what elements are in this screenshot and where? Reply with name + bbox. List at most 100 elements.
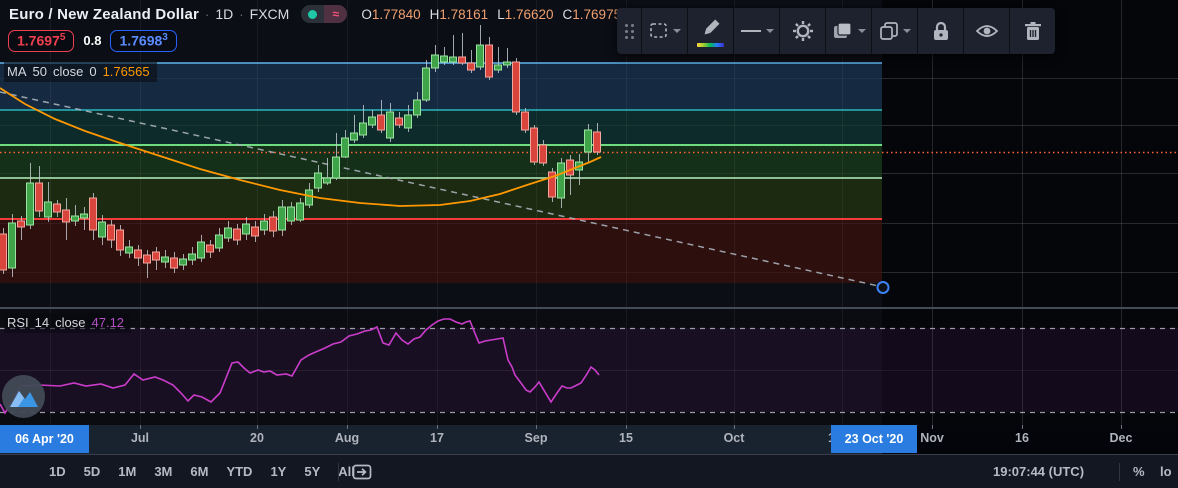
lock-button[interactable] xyxy=(917,8,963,54)
separator-dot: · xyxy=(205,6,210,22)
time-axis-label: 15 xyxy=(619,431,633,445)
ma-name: MA xyxy=(7,64,27,79)
range-button-1m[interactable]: 1M xyxy=(109,464,145,479)
exchange-label[interactable]: FXCM xyxy=(250,6,290,22)
range-button-6m[interactable]: 6M xyxy=(181,464,217,479)
candle-body xyxy=(107,224,115,241)
candle-body xyxy=(593,131,601,153)
candle-body xyxy=(44,201,52,218)
time-axis[interactable]: Jul20Aug17Sep15Oct19Nov16Dec 06 Apr '20 … xyxy=(0,425,1178,454)
candle-body xyxy=(368,116,376,126)
drawing-start-date-badge: 06 Apr '20 xyxy=(0,425,89,453)
bottom-toolbar: 1D 5D 1M 3M 6M YTD 1Y 5Y All 19:07:44 (UTC) % lo xyxy=(0,454,1178,488)
candle-body xyxy=(179,258,187,266)
range-button-ytd[interactable]: YTD xyxy=(217,464,261,479)
range-button-3m[interactable]: 3M xyxy=(145,464,181,479)
time-axis-label: Sep xyxy=(524,431,548,445)
line-icon xyxy=(740,30,761,32)
layers-icon xyxy=(833,22,852,38)
market-status-pill[interactable]: ≈ xyxy=(301,5,348,23)
sell-button[interactable]: 1.76975 xyxy=(8,30,75,52)
candle-body xyxy=(251,226,259,237)
timeframe-label[interactable]: 1D xyxy=(215,6,233,22)
rsi-length: 14 xyxy=(34,315,50,330)
axis-tick xyxy=(1022,425,1023,429)
candle-body xyxy=(305,189,313,206)
price-chart-canvas[interactable] xyxy=(0,0,1178,425)
candle-body xyxy=(170,257,178,269)
candle-body xyxy=(287,206,295,222)
settings-button[interactable] xyxy=(779,8,825,54)
rsi-value: 47.12 xyxy=(91,315,125,330)
visibility-button[interactable] xyxy=(963,8,1009,54)
layers-order-button[interactable] xyxy=(825,8,871,54)
candle-body xyxy=(422,67,430,101)
chevron-down-icon xyxy=(672,29,681,33)
candle-body xyxy=(269,216,277,232)
candle-body xyxy=(494,64,502,71)
symbol-title[interactable]: Euro / New Zealand Dollar xyxy=(9,6,199,23)
rsi-indicator-legend[interactable]: RSI 14 close 47.12 xyxy=(4,313,132,333)
candle-body xyxy=(449,56,457,63)
divider xyxy=(1119,463,1120,481)
delayed-data-icon: ≈ xyxy=(324,5,348,23)
candle-body xyxy=(296,202,304,221)
ohlc-pair: H1.78161 xyxy=(429,6,489,22)
time-axis-label: 17 xyxy=(430,431,444,445)
candle-body xyxy=(80,213,88,219)
candle-body xyxy=(395,117,403,126)
selection-style-button[interactable] xyxy=(641,8,687,54)
session-clock[interactable]: 19:07:44 (UTC) xyxy=(993,455,1084,488)
candle-body xyxy=(215,234,223,249)
clone-button[interactable] xyxy=(871,8,917,54)
candle-body xyxy=(332,156,340,179)
ma-source: close xyxy=(52,64,84,79)
ma-indicator-legend[interactable]: MA 50 close 0 1.76565 xyxy=(4,62,157,82)
buy-button[interactable]: 1.76983 xyxy=(110,30,177,52)
candle-body xyxy=(206,244,214,253)
candle-body xyxy=(512,61,520,113)
candle-body xyxy=(467,62,475,71)
candle-body xyxy=(521,111,529,131)
calendar-arrow-icon xyxy=(352,464,372,480)
dashed-rect-icon xyxy=(649,23,667,38)
candle-body xyxy=(134,249,142,259)
platform-logo[interactable] xyxy=(2,375,45,418)
range-button-1y[interactable]: 1Y xyxy=(261,464,295,479)
gear-icon xyxy=(792,21,813,41)
axis-tick xyxy=(1121,425,1122,429)
candle-body xyxy=(458,56,466,64)
candle-body xyxy=(125,246,133,254)
candle-body xyxy=(116,229,124,251)
candle-body xyxy=(71,215,79,222)
log-scale-button[interactable]: lo xyxy=(1160,455,1172,488)
candle-body xyxy=(26,182,34,226)
line-style-button[interactable] xyxy=(733,8,779,54)
candle-body xyxy=(539,144,547,164)
drag-handle[interactable] xyxy=(617,8,641,54)
chevron-down-icon xyxy=(857,29,866,33)
rsi-name: RSI xyxy=(7,315,29,330)
color-button[interactable] xyxy=(687,8,733,54)
candle-body xyxy=(53,203,61,213)
time-axis-label: Oct xyxy=(723,431,745,445)
go-to-date-button[interactable] xyxy=(350,461,374,483)
range-button-5d[interactable]: 5D xyxy=(75,464,110,479)
candle-body xyxy=(8,222,16,269)
candle-body xyxy=(152,251,160,261)
range-button-1d[interactable]: 1D xyxy=(40,464,75,479)
range-button-5y[interactable]: 5Y xyxy=(295,464,329,479)
percent-scale-button[interactable]: % xyxy=(1133,455,1145,488)
candle-body xyxy=(359,122,367,136)
candle-body xyxy=(224,227,232,239)
time-axis-label: 20 xyxy=(250,431,264,445)
candle-body xyxy=(89,197,97,231)
drawing-end-date-badge: 23 Oct '20 xyxy=(831,425,917,453)
delete-button[interactable] xyxy=(1009,8,1055,54)
candle-body xyxy=(350,132,358,141)
copy-icon xyxy=(879,22,898,40)
candle-body xyxy=(17,220,25,228)
divider xyxy=(338,463,339,481)
time-axis-label: Jul xyxy=(130,431,150,445)
price-zone xyxy=(0,110,882,145)
